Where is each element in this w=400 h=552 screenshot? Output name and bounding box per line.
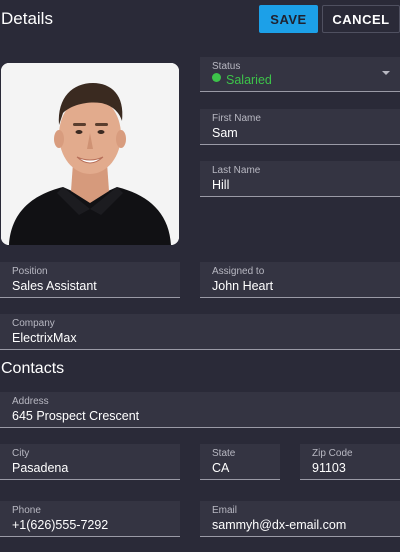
city-value: Pasadena <box>12 461 69 475</box>
status-value: Salaried <box>226 73 272 87</box>
last-name-label: Last Name <box>212 165 261 176</box>
employee-photo <box>1 63 179 245</box>
company-value: ElectrixMax <box>12 331 77 345</box>
phone-field[interactable]: Phone +1(626)555-7292 <box>0 501 180 537</box>
city-field[interactable]: City Pasadena <box>0 444 180 480</box>
email-field[interactable]: Email sammyh@dx-email.com <box>200 501 400 537</box>
state-label: State <box>212 448 236 459</box>
person-photo-illustration <box>1 63 179 245</box>
zip-code-field[interactable]: Zip Code 91103 <box>300 444 400 480</box>
status-label: Status <box>212 61 241 72</box>
status-select[interactable]: Status Salaried <box>200 57 400 92</box>
dot-icon <box>212 73 221 82</box>
last-name-field[interactable]: Last Name Hill <box>200 161 400 197</box>
first-name-label: First Name <box>212 113 261 124</box>
state-field[interactable]: State CA <box>200 444 280 480</box>
address-value: 645 Prospect Crescent <box>12 409 140 423</box>
assigned-to-label: Assigned to <box>212 266 265 277</box>
assigned-to-value: John Heart <box>212 279 274 293</box>
position-value: Sales Assistant <box>12 279 97 293</box>
first-name-value: Sam <box>212 126 238 140</box>
phone-label: Phone <box>12 505 41 516</box>
zip-code-label: Zip Code <box>312 448 353 459</box>
first-name-field[interactable]: First Name Sam <box>200 109 400 145</box>
position-label: Position <box>12 266 48 277</box>
contacts-heading: Contacts <box>1 360 65 377</box>
email-label: Email <box>212 505 238 516</box>
state-value: CA <box>212 461 230 475</box>
last-name-value: Hill <box>212 178 230 192</box>
zip-code-value: 91103 <box>312 461 346 475</box>
cancel-button[interactable]: CANCEL <box>322 5 400 33</box>
save-button[interactable]: SAVE <box>259 5 318 33</box>
company-field[interactable]: Company ElectrixMax <box>0 314 400 350</box>
company-label: Company <box>12 318 55 329</box>
assigned-to-field[interactable]: Assigned to John Heart <box>200 262 400 298</box>
page-title: Details <box>1 9 53 28</box>
email-value: sammyh@dx-email.com <box>212 518 347 532</box>
address-label: Address <box>12 396 49 407</box>
address-field[interactable]: Address 645 Prospect Crescent <box>0 392 400 428</box>
city-label: City <box>12 448 30 459</box>
chevron-down-icon[interactable] <box>382 71 390 75</box>
position-field[interactable]: Position Sales Assistant <box>0 262 180 298</box>
phone-value: +1(626)555-7292 <box>12 518 109 532</box>
